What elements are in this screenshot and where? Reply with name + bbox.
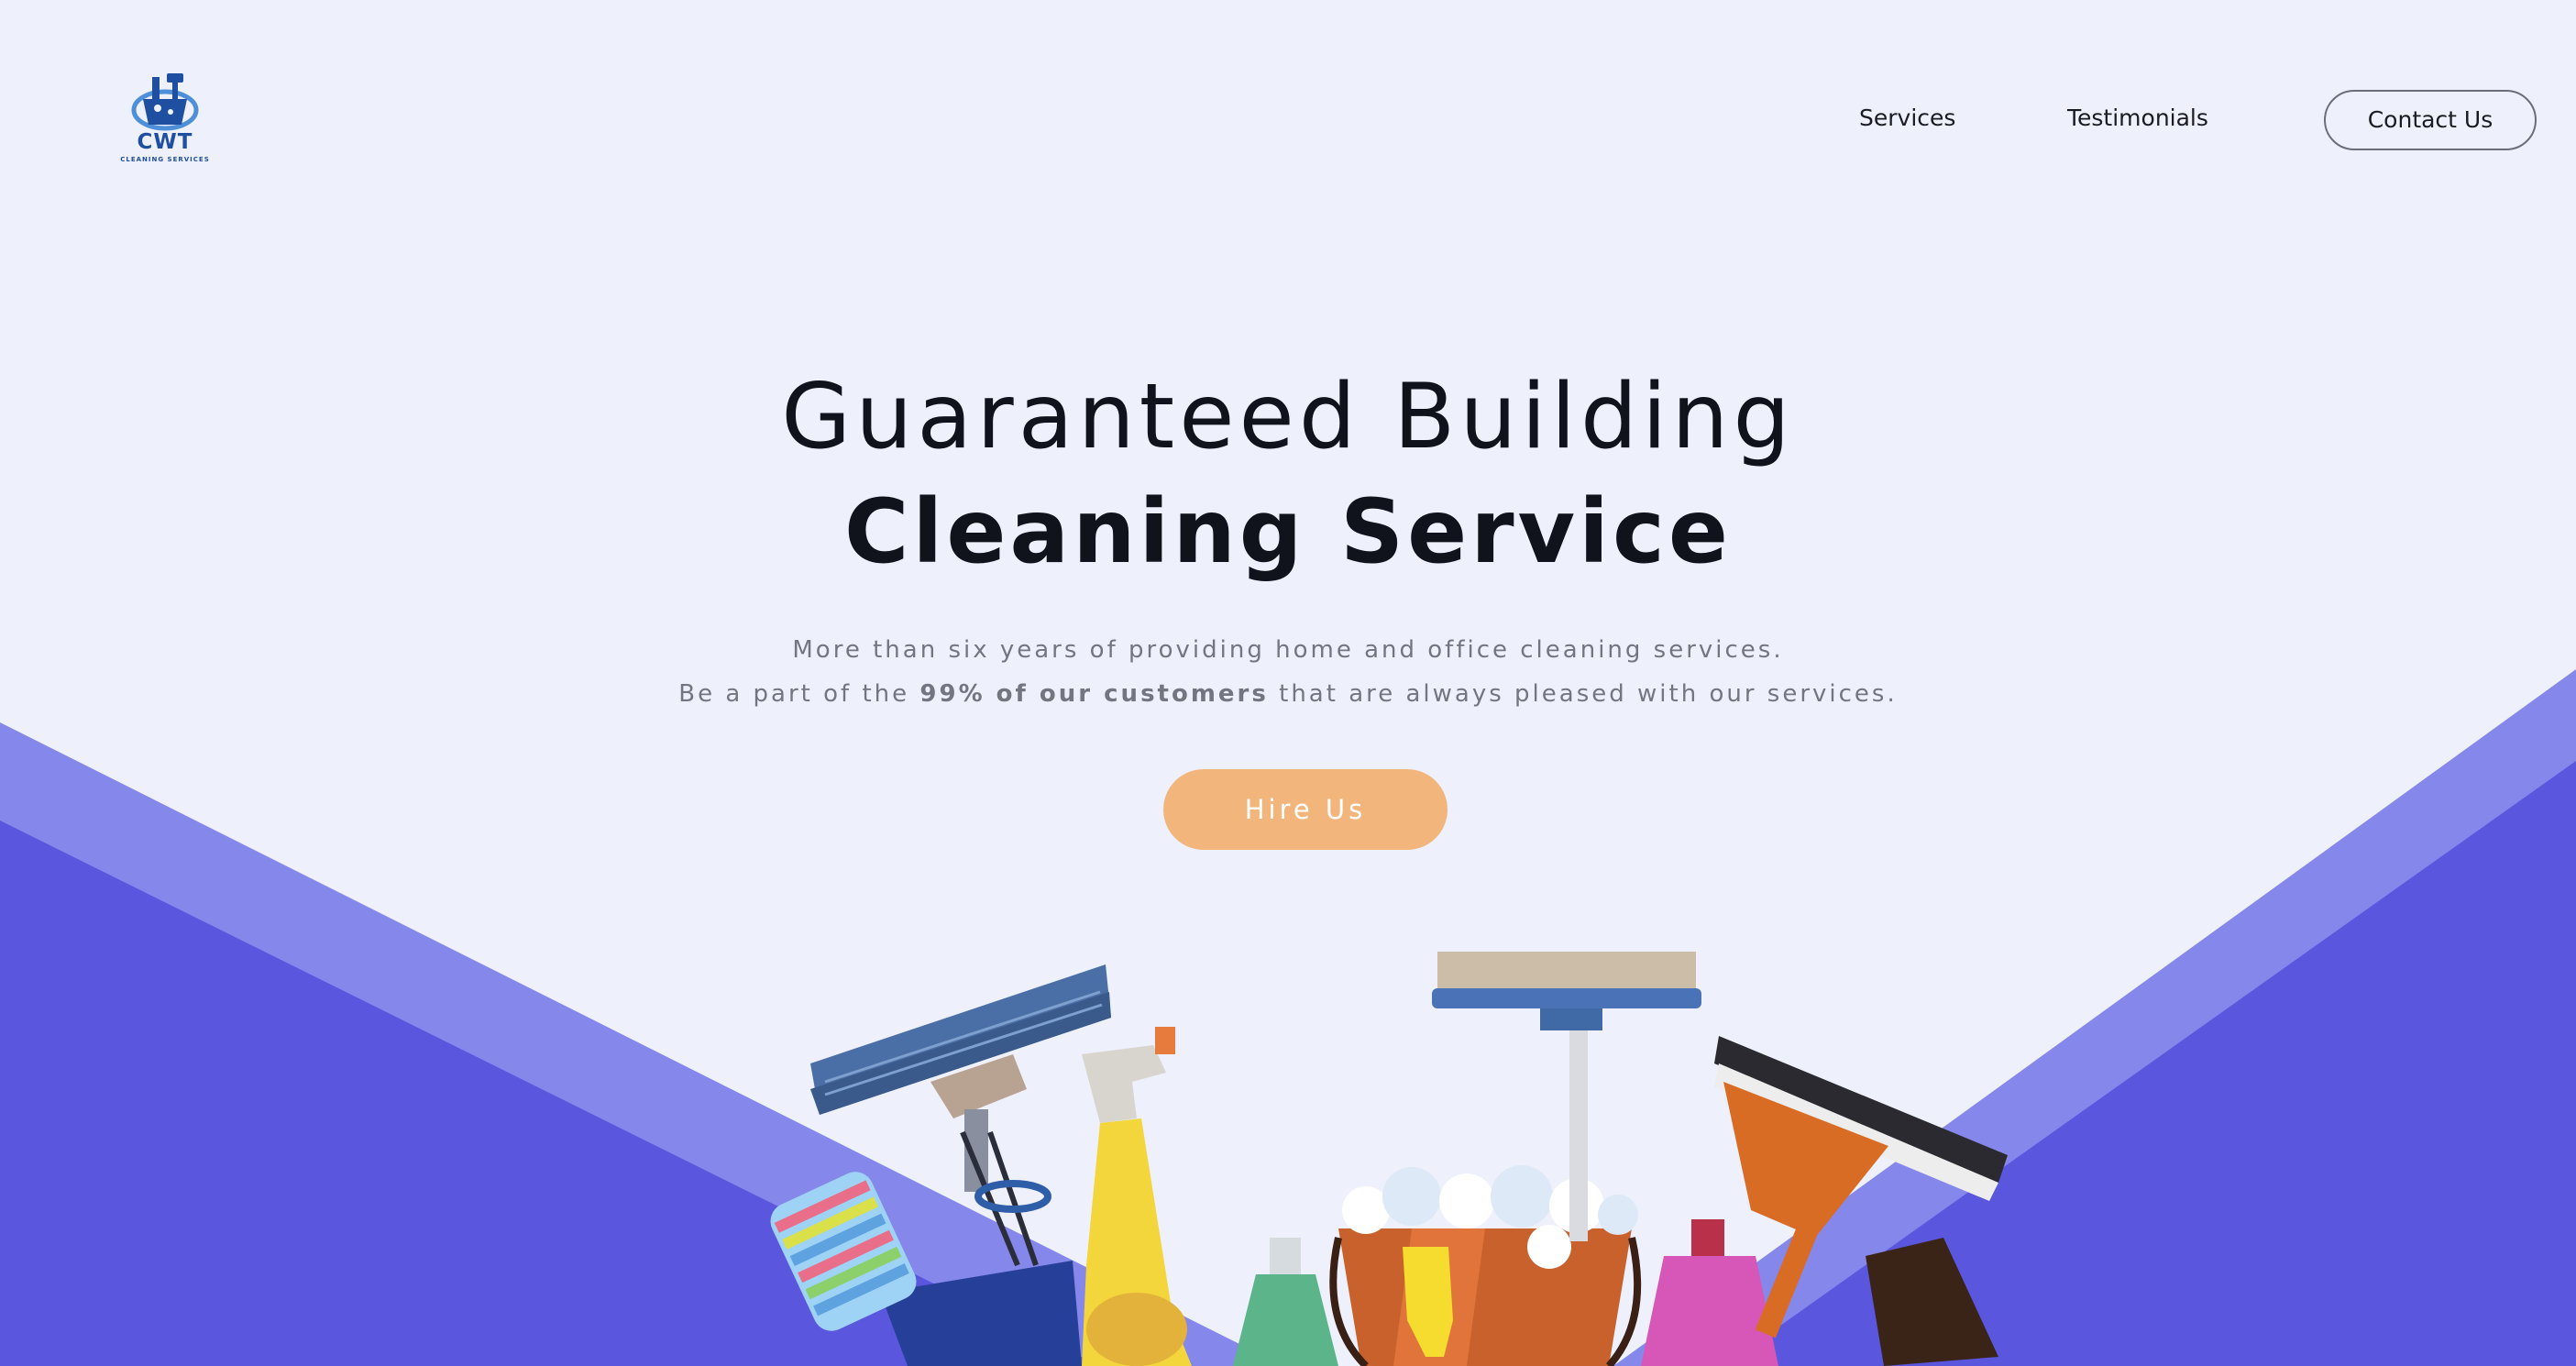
cleaning-bucket-logo-icon <box>131 73 199 131</box>
hero-subtitle-line1: More than six years of providing home an… <box>792 636 1784 664</box>
landing-page: CWT CLEANING SERVICES Services Testimoni… <box>0 0 2576 1366</box>
cleaning-supplies-illustration <box>770 952 2008 1366</box>
logo-subtitle: CLEANING SERVICES <box>120 156 210 163</box>
subtitle-text-before: Be a part of the <box>678 680 920 708</box>
nav-link-services[interactable]: Services <box>1859 105 1955 131</box>
subtitle-highlight: 99% of our customers <box>919 680 1269 708</box>
hire-us-button[interactable]: Hire Us <box>1163 769 1448 850</box>
hero-title-line1: Guaranteed Building <box>781 365 1795 469</box>
spray-bottle-icon <box>1082 1027 1192 1366</box>
green-bottle-icon <box>1233 1238 1338 1366</box>
brand-logo[interactable]: CWT CLEANING SERVICES <box>117 72 213 174</box>
hero-subtitle-line2: Be a part of the 99% of our customers th… <box>0 680 2576 708</box>
contact-us-button[interactable]: Contact Us <box>2324 90 2537 150</box>
plunger-icon <box>1866 1238 1998 1366</box>
logo-title: CWT <box>137 130 193 154</box>
pink-bottle-icon <box>1641 1219 1778 1366</box>
hero-title-line2: Cleaning Service <box>843 480 1733 583</box>
subtitle-text-after: that are always pleased with our service… <box>1268 680 1898 708</box>
nav-link-testimonials[interactable]: Testimonials <box>2067 105 2208 131</box>
bucket-icon <box>1329 1165 1642 1366</box>
